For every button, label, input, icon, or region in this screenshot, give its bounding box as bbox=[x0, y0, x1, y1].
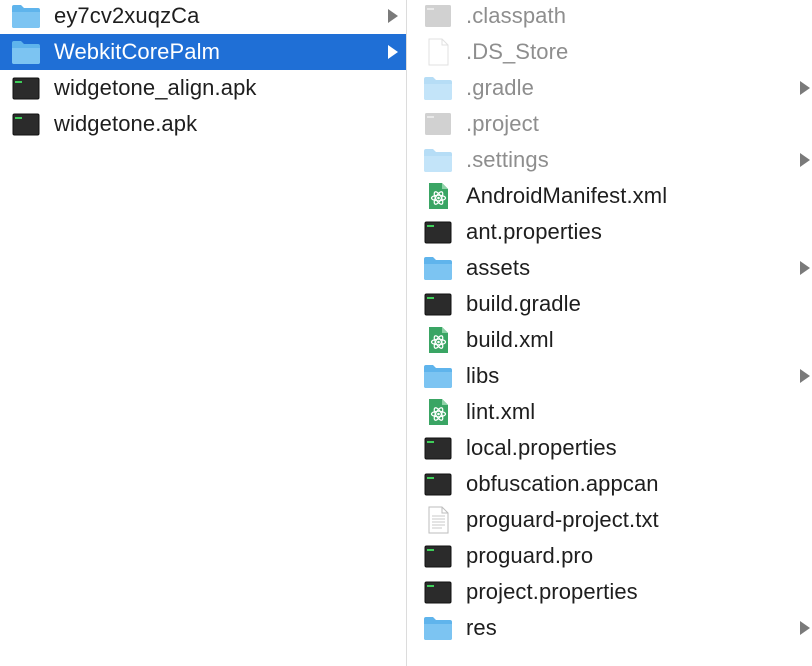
terminal-file-icon bbox=[422, 434, 454, 462]
file-row-widgetone-align-apk[interactable]: widgetone_align.apk bbox=[0, 70, 406, 106]
disclosure-arrow-icon[interactable] bbox=[800, 153, 810, 167]
disclosure-arrow-icon[interactable] bbox=[800, 261, 810, 275]
file-name-label: project.properties bbox=[466, 579, 638, 604]
atom-document-icon bbox=[422, 398, 454, 426]
file-row-local-properties[interactable]: local.properties bbox=[407, 430, 812, 466]
terminal-file-icon bbox=[422, 578, 454, 606]
file-row-webkitcorepalm[interactable]: WebkitCorePalm bbox=[0, 34, 406, 70]
folder-icon bbox=[422, 254, 454, 282]
file-name-label: .settings bbox=[466, 147, 549, 172]
folder-icon bbox=[422, 362, 454, 390]
file-name-label: proguard.pro bbox=[466, 543, 594, 568]
file-row-lint-xml[interactable]: lint.xml bbox=[407, 394, 812, 430]
file-name-label: .gradle bbox=[466, 75, 534, 100]
file-name-label: build.gradle bbox=[466, 291, 581, 316]
file-name-label: AndroidManifest.xml bbox=[466, 183, 668, 208]
file-row-proguard-pro[interactable]: proguard.pro bbox=[407, 538, 812, 574]
folder-icon bbox=[422, 146, 454, 174]
left-column: ey7cv2xuqzCa WebkitCorePalm widgetone_alig… bbox=[0, 0, 406, 666]
file-name-label: build.xml bbox=[466, 327, 554, 352]
file-row-res[interactable]: res bbox=[407, 610, 812, 646]
file-name-label: obfuscation.appcan bbox=[466, 471, 659, 496]
disclosure-arrow-icon[interactable] bbox=[800, 81, 810, 95]
file-row-project[interactable]: .project bbox=[407, 106, 812, 142]
atom-document-icon bbox=[422, 182, 454, 210]
file-row-obfuscation-appcan[interactable]: obfuscation.appcan bbox=[407, 466, 812, 502]
file-row-androidmanifest-xml[interactable]: AndroidManifest.xml bbox=[407, 178, 812, 214]
file-row-ey7cv2xuqzca[interactable]: ey7cv2xuqzCa bbox=[0, 0, 406, 34]
folder-icon bbox=[422, 614, 454, 642]
file-row-settings[interactable]: .settings bbox=[407, 142, 812, 178]
text-document-icon bbox=[422, 506, 454, 534]
disclosure-arrow-icon[interactable] bbox=[800, 369, 810, 383]
file-name-label: widgetone.apk bbox=[54, 111, 198, 136]
file-name-label: WebkitCorePalm bbox=[54, 39, 221, 64]
gray-file-icon bbox=[422, 110, 454, 138]
folder-icon bbox=[422, 74, 454, 102]
file-name-label: ey7cv2xuqzCa bbox=[54, 3, 200, 28]
file-row-libs[interactable]: libs bbox=[407, 358, 812, 394]
file-name-label: .DS_Store bbox=[466, 39, 569, 64]
folder-icon bbox=[10, 2, 42, 30]
file-row-build-gradle[interactable]: build.gradle bbox=[407, 286, 812, 322]
file-name-label: .classpath bbox=[466, 3, 567, 28]
file-name-label: local.properties bbox=[466, 435, 617, 460]
file-row-project-properties[interactable]: project.properties bbox=[407, 574, 812, 610]
file-row-ds-store[interactable]: .DS_Store bbox=[407, 34, 812, 70]
disclosure-arrow-icon[interactable] bbox=[388, 9, 398, 23]
terminal-file-icon bbox=[10, 110, 42, 138]
folder-icon bbox=[10, 38, 42, 66]
file-name-label: assets bbox=[466, 255, 531, 280]
file-name-label: res bbox=[466, 615, 497, 640]
terminal-file-icon bbox=[422, 290, 454, 318]
file-name-label: widgetone_align.apk bbox=[54, 75, 257, 100]
file-row-widgetone-apk[interactable]: widgetone.apk bbox=[0, 106, 406, 142]
right-column: .classpath .DS_Store .gradle .project .setti… bbox=[407, 0, 812, 666]
terminal-file-icon bbox=[422, 542, 454, 570]
file-row-gradle[interactable]: .gradle bbox=[407, 70, 812, 106]
terminal-file-icon bbox=[422, 470, 454, 498]
file-name-label: lint.xml bbox=[466, 399, 536, 424]
file-row-assets[interactable]: assets bbox=[407, 250, 812, 286]
gray-file-icon bbox=[422, 2, 454, 30]
terminal-file-icon bbox=[422, 218, 454, 246]
file-name-label: .project bbox=[466, 111, 539, 136]
file-row-ant-properties[interactable]: ant.properties bbox=[407, 214, 812, 250]
file-name-label: proguard-project.txt bbox=[466, 507, 659, 532]
file-name-label: ant.properties bbox=[466, 219, 602, 244]
file-row-build-xml[interactable]: build.xml bbox=[407, 322, 812, 358]
terminal-file-icon bbox=[10, 74, 42, 102]
file-row-classpath[interactable]: .classpath bbox=[407, 0, 812, 34]
atom-document-icon bbox=[422, 326, 454, 354]
disclosure-arrow-icon[interactable] bbox=[388, 45, 398, 59]
file-name-label: libs bbox=[466, 363, 500, 388]
blank-document-icon bbox=[422, 38, 454, 66]
file-row-proguard-project-txt[interactable]: proguard-project.txt bbox=[407, 502, 812, 538]
disclosure-arrow-icon[interactable] bbox=[800, 621, 810, 635]
